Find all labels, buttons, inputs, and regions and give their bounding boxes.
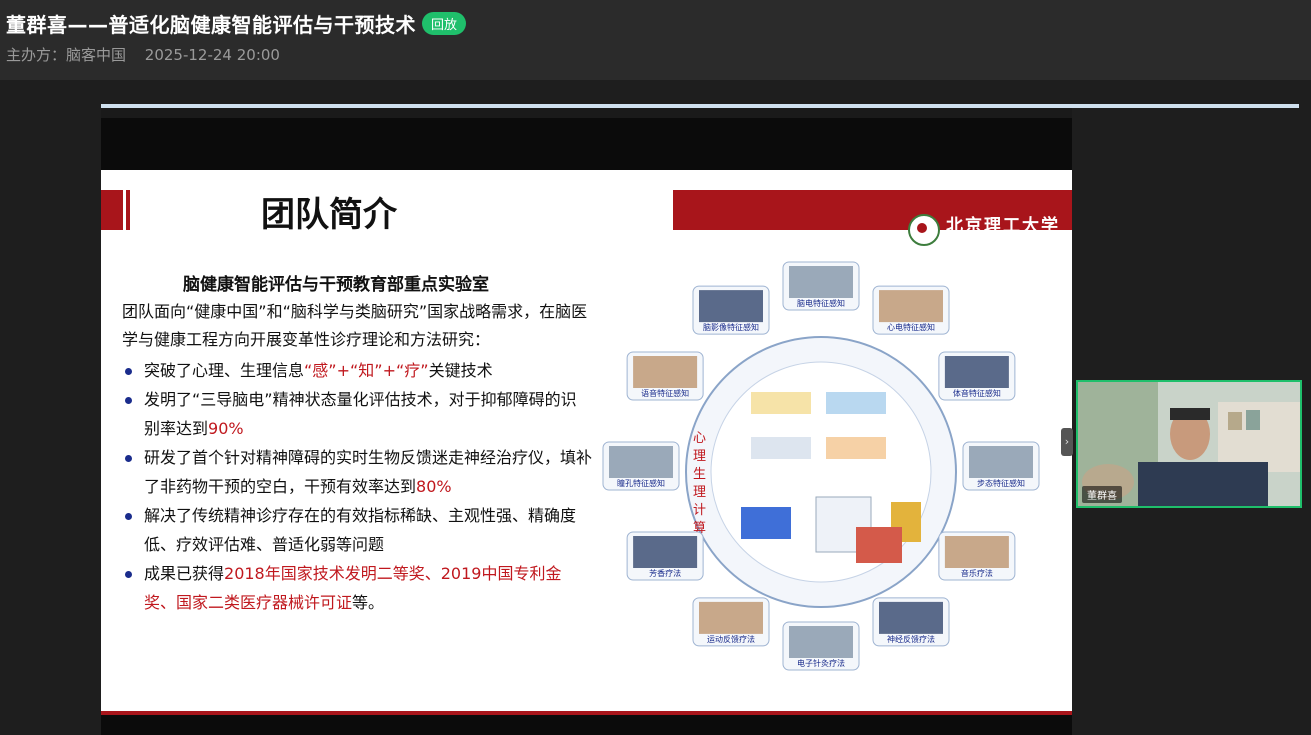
- host-label: 主办方：脑客中国: [6, 46, 127, 64]
- diagram-node: 芳香疗法: [626, 531, 704, 581]
- university-banner: 北京理工大学 BEIJING INSTITUTE OF TECHNOLOGY: [673, 190, 1072, 246]
- university-logo: 北京理工大学 BEIJING INSTITUTE OF TECHNOLOGY: [908, 214, 1060, 246]
- diagram-block: [826, 392, 886, 414]
- page-title: 董群喜——普适化脑健康智能评估与干预技术: [6, 13, 416, 37]
- diagram-node-image: [969, 446, 1033, 478]
- tech-diagram: 心理生理计算 脑影像特征感知脑电特征感知心电特征感知体音特征感知步态特征感知音乐…: [602, 261, 1040, 671]
- slide-title-accent: [101, 190, 123, 230]
- diagram-node-label: 音乐疗法: [961, 568, 993, 578]
- intro-text: 团队面向“健康中国”和“脑科学与类脑研究”国家战略需求，在脑医学与健康工程方向开…: [122, 302, 588, 349]
- diagram-node-image: [699, 290, 763, 323]
- live-header: 董群喜——普适化脑健康智能评估与干预技术 回放 主办方：脑客中国 2025-12…: [0, 0, 1311, 80]
- speaker-name: 董群喜: [1082, 486, 1122, 503]
- diagram-node: 脑影像特征感知: [692, 285, 770, 335]
- achievement-list: 突破了心理、生理信息“感”+“知”+“疗”关键技术 发明了“三导脑电”精神状态量…: [122, 356, 592, 617]
- diagram-node-label: 语音特征感知: [641, 388, 689, 398]
- diagram-node: 电子针灸疗法: [782, 621, 860, 671]
- list-item: 成果已获得2018年国家技术发明二等奖、2019中国专利金奖、国家二类医疗器械许…: [122, 559, 592, 617]
- university-seal-icon: [908, 214, 940, 246]
- diagram-node: 心电特征感知: [872, 285, 950, 335]
- diagram-node: 神经反馈疗法: [872, 597, 950, 647]
- diagram-node-label: 芳香疗法: [649, 568, 681, 578]
- diagram-node-label: 脑影像特征感知: [703, 322, 759, 332]
- diagram-red-block: [856, 527, 902, 563]
- diagram-node-image: [789, 626, 853, 658]
- diagram-node: 脑电特征感知: [782, 261, 860, 311]
- diagram-node: 运动反馈疗法: [692, 597, 770, 647]
- diagram-node: 语音特征感知: [626, 351, 704, 401]
- list-item: 解决了传统精神诊疗存在的有效指标稀缺、主观性强、精确度低、疗效评估难、普适化弱等…: [122, 501, 592, 559]
- replay-badge: 回放: [422, 12, 467, 35]
- diagram-node-label: 体音特征感知: [953, 388, 1001, 398]
- speaker-video[interactable]: 董群喜: [1076, 380, 1302, 508]
- diagram-node-label: 运动反馈疗法: [707, 634, 755, 644]
- diagram-node-label: 步态特征感知: [977, 478, 1025, 488]
- diagram-node: 音乐疗法: [938, 531, 1016, 581]
- diagram-node-label: 神经反馈疗法: [887, 634, 935, 644]
- expand-panel-button[interactable]: ›: [1061, 428, 1073, 456]
- diagram-node-image: [879, 601, 943, 634]
- diagram-node-label: 脑电特征感知: [797, 298, 845, 308]
- diagram-node-label: 电子针灸疗法: [797, 658, 845, 668]
- university-name-en: BEIJING INSTITUTE OF TECHNOLOGY: [946, 235, 1055, 242]
- university-name-cn: 北京理工大学: [946, 216, 1060, 236]
- diagram-node-label: 心电特征感知: [887, 322, 935, 332]
- diagram-block: [826, 437, 886, 459]
- diagram-node: 瞳孔特征感知: [602, 441, 680, 491]
- list-item: 研发了首个针对精神障碍的实时生物反馈迷走神经治疗仪，填补了非药物干预的空白，干预…: [122, 443, 592, 501]
- title-row: 董群喜——普适化脑健康智能评估与干预技术 回放: [6, 9, 467, 38]
- diagram-node-image: [609, 446, 673, 478]
- diagram-node-label: 瞳孔特征感知: [617, 478, 665, 488]
- slide-title-accent-thin: [126, 190, 130, 230]
- diagram-node-image: [789, 266, 853, 298]
- diagram-node-image: [633, 536, 698, 568]
- diagram-grid-block: [741, 507, 791, 539]
- diagram-block: [751, 392, 811, 414]
- diagram-node-image: [699, 601, 763, 634]
- list-item: 突破了心理、生理信息“感”+“知”+“疗”关键技术: [122, 356, 592, 385]
- diagram-node-image: [944, 356, 1009, 388]
- slide-title: 团队简介: [261, 195, 397, 235]
- diagram-node-image: [944, 536, 1009, 568]
- diagram-node-image: [633, 356, 698, 388]
- slide-bottom-line: [101, 711, 1072, 715]
- diagram-node-image: [879, 290, 943, 323]
- screen-dark-band: [101, 108, 1072, 118]
- event-meta: 主办方：脑客中国 2025-12-24 20:00: [6, 44, 294, 65]
- presentation-slide: 团队简介 北京理工大学 BEIJING INSTITUTE OF TECHNOL…: [101, 170, 1072, 715]
- lab-title: 脑健康智能评估与干预教育部重点实验室: [183, 275, 489, 295]
- diagram-node: 步态特征感知: [962, 441, 1040, 491]
- diagram-node: 体音特征感知: [938, 351, 1016, 401]
- event-datetime: 2025-12-24 20:00: [144, 46, 280, 64]
- list-item: 发明了“三导脑电”精神状态量化评估技术，对于抑郁障碍的识别率达到90%: [122, 385, 592, 443]
- diagram-block: [751, 437, 811, 459]
